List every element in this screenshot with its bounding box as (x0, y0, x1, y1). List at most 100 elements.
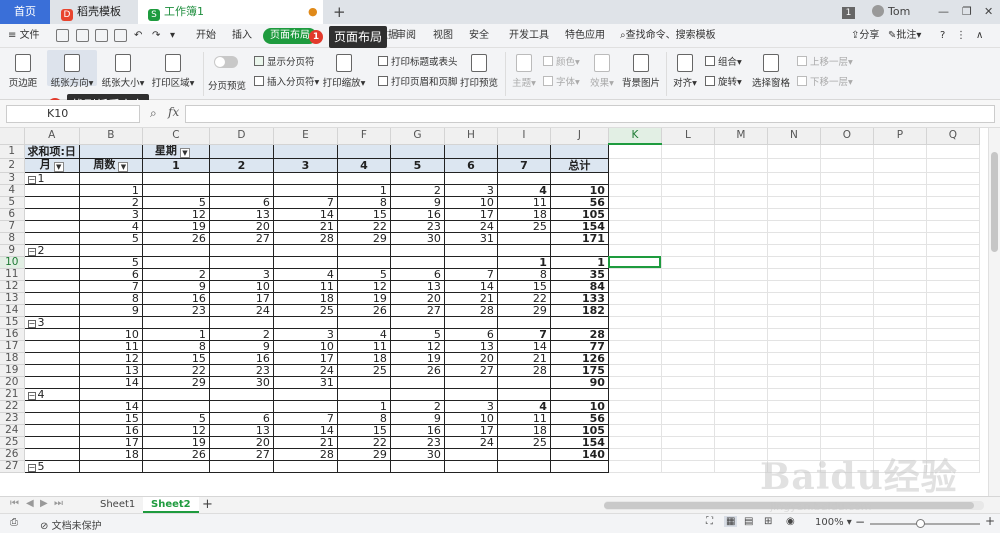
value-cell[interactable] (497, 448, 551, 461)
value-cell[interactable]: 21 (444, 292, 498, 305)
weeknum-cell[interactable]: 4 (79, 220, 143, 233)
share-button[interactable]: ⇪分享 (851, 28, 879, 44)
empty-cell[interactable] (142, 316, 210, 329)
total-cell[interactable]: 35 (550, 268, 609, 281)
value-cell[interactable]: 15 (337, 208, 391, 221)
value-cell[interactable]: 6 (444, 328, 498, 341)
value-cell[interactable] (444, 448, 498, 461)
column-header[interactable]: M (714, 128, 768, 145)
value-cell[interactable]: 16 (390, 424, 445, 437)
value-cell[interactable]: 25 (497, 436, 551, 449)
empty-cell[interactable] (142, 172, 210, 185)
value-cell[interactable]: 19 (337, 292, 391, 305)
empty-cell[interactable] (661, 268, 715, 281)
empty-cell[interactable] (79, 172, 143, 185)
row-header[interactable]: 9 (0, 244, 25, 257)
print-area-button[interactable]: 打印区域▾ (150, 54, 196, 89)
empty-cell[interactable] (820, 172, 874, 185)
empty-cell[interactable] (608, 256, 662, 269)
rotate-button[interactable]: 旋转▾ (705, 74, 742, 88)
empty-cell[interactable] (661, 340, 715, 353)
value-cell[interactable]: 18 (337, 352, 391, 365)
empty-cell[interactable] (497, 172, 551, 185)
show-pagebreak-checkbox[interactable]: 显示分页符 (254, 54, 315, 68)
empty-cell[interactable] (926, 256, 980, 269)
empty-cell[interactable] (926, 244, 980, 257)
preview-icon[interactable] (114, 29, 127, 42)
value-cell[interactable]: 24 (444, 220, 498, 233)
value-cell[interactable]: 13 (209, 424, 274, 437)
pivot-header-cell[interactable] (390, 144, 445, 159)
empty-cell[interactable] (714, 280, 768, 293)
zoom-search-icon[interactable]: ⌕ (150, 106, 157, 121)
empty-cell[interactable] (926, 400, 980, 413)
row-header[interactable]: 6 (0, 208, 25, 221)
value-cell[interactable]: 1 (497, 256, 551, 269)
empty-cell[interactable] (390, 460, 445, 473)
zoom-slider[interactable] (870, 519, 980, 528)
value-cell[interactable] (142, 184, 210, 197)
user-account[interactable]: Tom (872, 0, 910, 24)
value-cell[interactable]: 22 (142, 364, 210, 377)
value-cell[interactable] (209, 400, 274, 413)
value-cell[interactable]: 26 (142, 448, 210, 461)
empty-cell[interactable] (661, 364, 715, 377)
protect-status[interactable]: ⊘ 文档未保护 (40, 517, 102, 532)
value-cell[interactable]: 5 (142, 196, 210, 209)
print-scale-button[interactable]: 打印缩放▾ (321, 54, 367, 89)
empty-cell[interactable] (337, 388, 391, 401)
column-header[interactable]: O (820, 128, 874, 145)
value-cell[interactable]: 21 (273, 436, 338, 449)
empty-cell[interactable] (608, 208, 662, 221)
empty-cell[interactable] (767, 400, 821, 413)
month-group-cell[interactable]: −4 (24, 388, 80, 401)
value-cell[interactable]: 4 (497, 400, 551, 413)
empty-cell[interactable] (608, 424, 662, 437)
next-sheet-icon[interactable]: ▶ (40, 498, 48, 509)
value-cell[interactable]: 15 (337, 424, 391, 437)
value-cell[interactable]: 5 (142, 412, 210, 425)
empty-cell[interactable] (608, 158, 662, 173)
empty-cell[interactable] (873, 376, 927, 389)
weeknum-cell[interactable]: 6 (79, 268, 143, 281)
empty-cell[interactable] (820, 400, 874, 413)
row-header[interactable]: 18 (0, 352, 25, 365)
empty-cell[interactable] (714, 232, 768, 245)
column-header[interactable]: F (337, 128, 391, 145)
empty-cell[interactable] (661, 172, 715, 185)
value-cell[interactable]: 23 (390, 436, 445, 449)
command-search[interactable]: ⌕查找命令、搜索模板 (620, 28, 716, 44)
total-cell[interactable]: 28 (550, 328, 609, 341)
empty-cell[interactable] (714, 268, 768, 281)
total-cell[interactable]: 77 (550, 340, 609, 353)
weekday-header-cell[interactable]: 6 (444, 158, 498, 173)
empty-cell[interactable] (820, 340, 874, 353)
align-button[interactable]: 对齐▾ (671, 54, 699, 89)
value-cell[interactable]: 19 (142, 436, 210, 449)
empty-cell[interactable] (608, 352, 662, 365)
empty-cell[interactable] (714, 144, 768, 159)
empty-cell[interactable] (767, 364, 821, 377)
empty-cell[interactable] (661, 144, 715, 159)
row-header[interactable]: 11 (0, 268, 25, 281)
empty-cell[interactable] (608, 448, 662, 461)
value-cell[interactable]: 13 (390, 280, 445, 293)
pivot-header-cell[interactable] (79, 144, 143, 159)
row-header[interactable]: 2 (0, 158, 25, 173)
weeknum-cell[interactable]: 12 (79, 352, 143, 365)
row-header[interactable]: 13 (0, 292, 25, 305)
empty-cell[interactable] (714, 388, 768, 401)
empty-cell[interactable] (661, 158, 715, 173)
empty-cell[interactable] (390, 388, 445, 401)
value-cell[interactable]: 23 (209, 364, 274, 377)
value-cell[interactable]: 14 (273, 424, 338, 437)
total-cell[interactable]: 90 (550, 376, 609, 389)
value-cell[interactable]: 3 (444, 400, 498, 413)
empty-cell[interactable] (661, 424, 715, 437)
row-header[interactable]: 17 (0, 340, 25, 353)
empty-cell[interactable] (767, 158, 821, 173)
value-cell[interactable]: 16 (390, 208, 445, 221)
column-header[interactable]: G (390, 128, 445, 145)
empty-cell[interactable] (608, 460, 662, 473)
empty-cell[interactable] (926, 328, 980, 341)
